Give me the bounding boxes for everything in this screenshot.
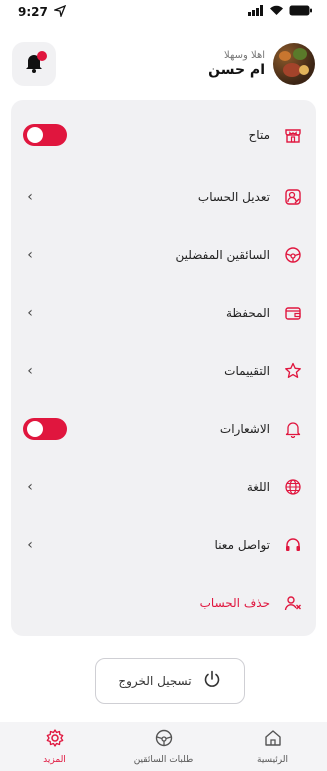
notifications-button[interactable] — [12, 42, 56, 86]
logout-button[interactable]: تسجيل الخروج — [95, 658, 245, 704]
menu-item-favorite-drivers[interactable]: ‹ السائقين المفضلين — [11, 240, 316, 270]
menu-item-edit-account[interactable]: ‹ تعديل الحساب — [11, 182, 316, 212]
chevron-left-icon: ‹ — [27, 247, 33, 263]
chevron-left-icon: ‹ — [27, 363, 33, 379]
menu-item-ratings[interactable]: ‹ التقييمات — [11, 356, 316, 386]
menu-item-contact-us[interactable]: ‹ تواصل معنا — [11, 530, 316, 560]
status-bar: 9:27 — [0, 0, 327, 24]
signal-icon — [248, 5, 264, 19]
menu-item-right: تواصل معنا — [215, 534, 304, 556]
menu-item-label: السائقين المفضلين — [175, 248, 270, 262]
logout-label: تسجيل الخروج — [118, 674, 192, 688]
wallet-icon — [282, 302, 304, 324]
user-block[interactable]: اهلا وسهلا ام حسن — [208, 43, 315, 85]
menu-item-right: حذف الحساب — [200, 592, 304, 614]
menu-item-label: تواصل معنا — [214, 538, 270, 552]
location-arrow-icon — [52, 4, 67, 20]
bottom-nav: المزيد طلبات السائقين الرئيسية — [0, 722, 327, 771]
menu-item-notifications[interactable]: الاشعارات — [11, 414, 316, 444]
greeting: اهلا وسهلا — [224, 50, 265, 61]
nav-item-driver-requests[interactable]: طلبات السائقين — [114, 728, 214, 765]
menu-item-label: الاشعارات — [219, 422, 270, 436]
wifi-icon — [269, 5, 284, 19]
steering-wheel-icon — [282, 244, 304, 266]
menu-item-right: الاشعارات — [220, 418, 304, 440]
gear-icon — [45, 728, 65, 752]
delete-user-icon — [282, 592, 304, 614]
toggle-knob — [27, 421, 43, 437]
chevron-left-icon: ‹ — [27, 537, 33, 553]
menu-item-label: حذف الحساب — [199, 596, 270, 610]
headset-icon — [282, 534, 304, 556]
store-icon — [282, 124, 304, 146]
menu-item-right: اللغة — [247, 476, 304, 498]
menu-item-label: المحفظة — [225, 306, 270, 320]
bell-icon — [282, 418, 304, 440]
menu-item-label: التقييمات — [224, 364, 270, 378]
header: اهلا وسهلا ام حسن — [12, 38, 315, 90]
notification-dot — [37, 51, 47, 61]
menu-item-language[interactable]: ‹ اللغة — [11, 472, 316, 502]
menu-item-wallet[interactable]: ‹ المحفظة — [11, 298, 316, 328]
battery-icon — [289, 5, 313, 19]
nav-label: طلبات السائقين — [133, 755, 194, 765]
menu-item-label: تعديل الحساب — [197, 190, 270, 204]
settings-menu: متاح ‹ تعديل الحساب ‹ السائقين المفضلين … — [11, 100, 316, 636]
user-text: اهلا وسهلا ام حسن — [208, 50, 265, 78]
menu-item-label: اللغة — [246, 480, 270, 494]
nav-item-home[interactable]: الرئيسية — [223, 728, 323, 765]
status-left: 9:27 — [18, 4, 67, 20]
chevron-left-icon: ‹ — [27, 305, 33, 321]
menu-item-right: المحفظة — [226, 302, 304, 324]
toggle-knob — [27, 127, 43, 143]
nav-label: المزيد — [43, 755, 66, 765]
menu-item-right: متاح — [249, 124, 304, 146]
menu-item-right: التقييمات — [224, 360, 304, 382]
available-toggle[interactable] — [23, 124, 67, 146]
nav-label: الرئيسية — [257, 755, 288, 765]
notifications-toggle[interactable] — [23, 418, 67, 440]
status-time: 9:27 — [18, 5, 48, 19]
status-right — [248, 5, 313, 19]
edit-account-icon — [282, 186, 304, 208]
home-icon — [263, 728, 283, 752]
power-icon — [202, 669, 222, 693]
menu-item-right: تعديل الحساب — [198, 186, 304, 208]
avatar[interactable] — [273, 43, 315, 85]
chevron-left-icon: ‹ — [27, 189, 33, 205]
chevron-left-icon: ‹ — [27, 479, 33, 495]
steering-wheel-icon — [154, 728, 174, 752]
nav-item-more[interactable]: المزيد — [5, 728, 105, 765]
menu-item-available[interactable]: متاح — [11, 120, 316, 150]
username: ام حسن — [208, 62, 265, 78]
globe-icon — [282, 476, 304, 498]
menu-item-delete-account[interactable]: حذف الحساب — [11, 588, 316, 618]
menu-item-label: متاح — [248, 128, 270, 142]
menu-item-right: السائقين المفضلين — [176, 244, 304, 266]
star-icon — [282, 360, 304, 382]
